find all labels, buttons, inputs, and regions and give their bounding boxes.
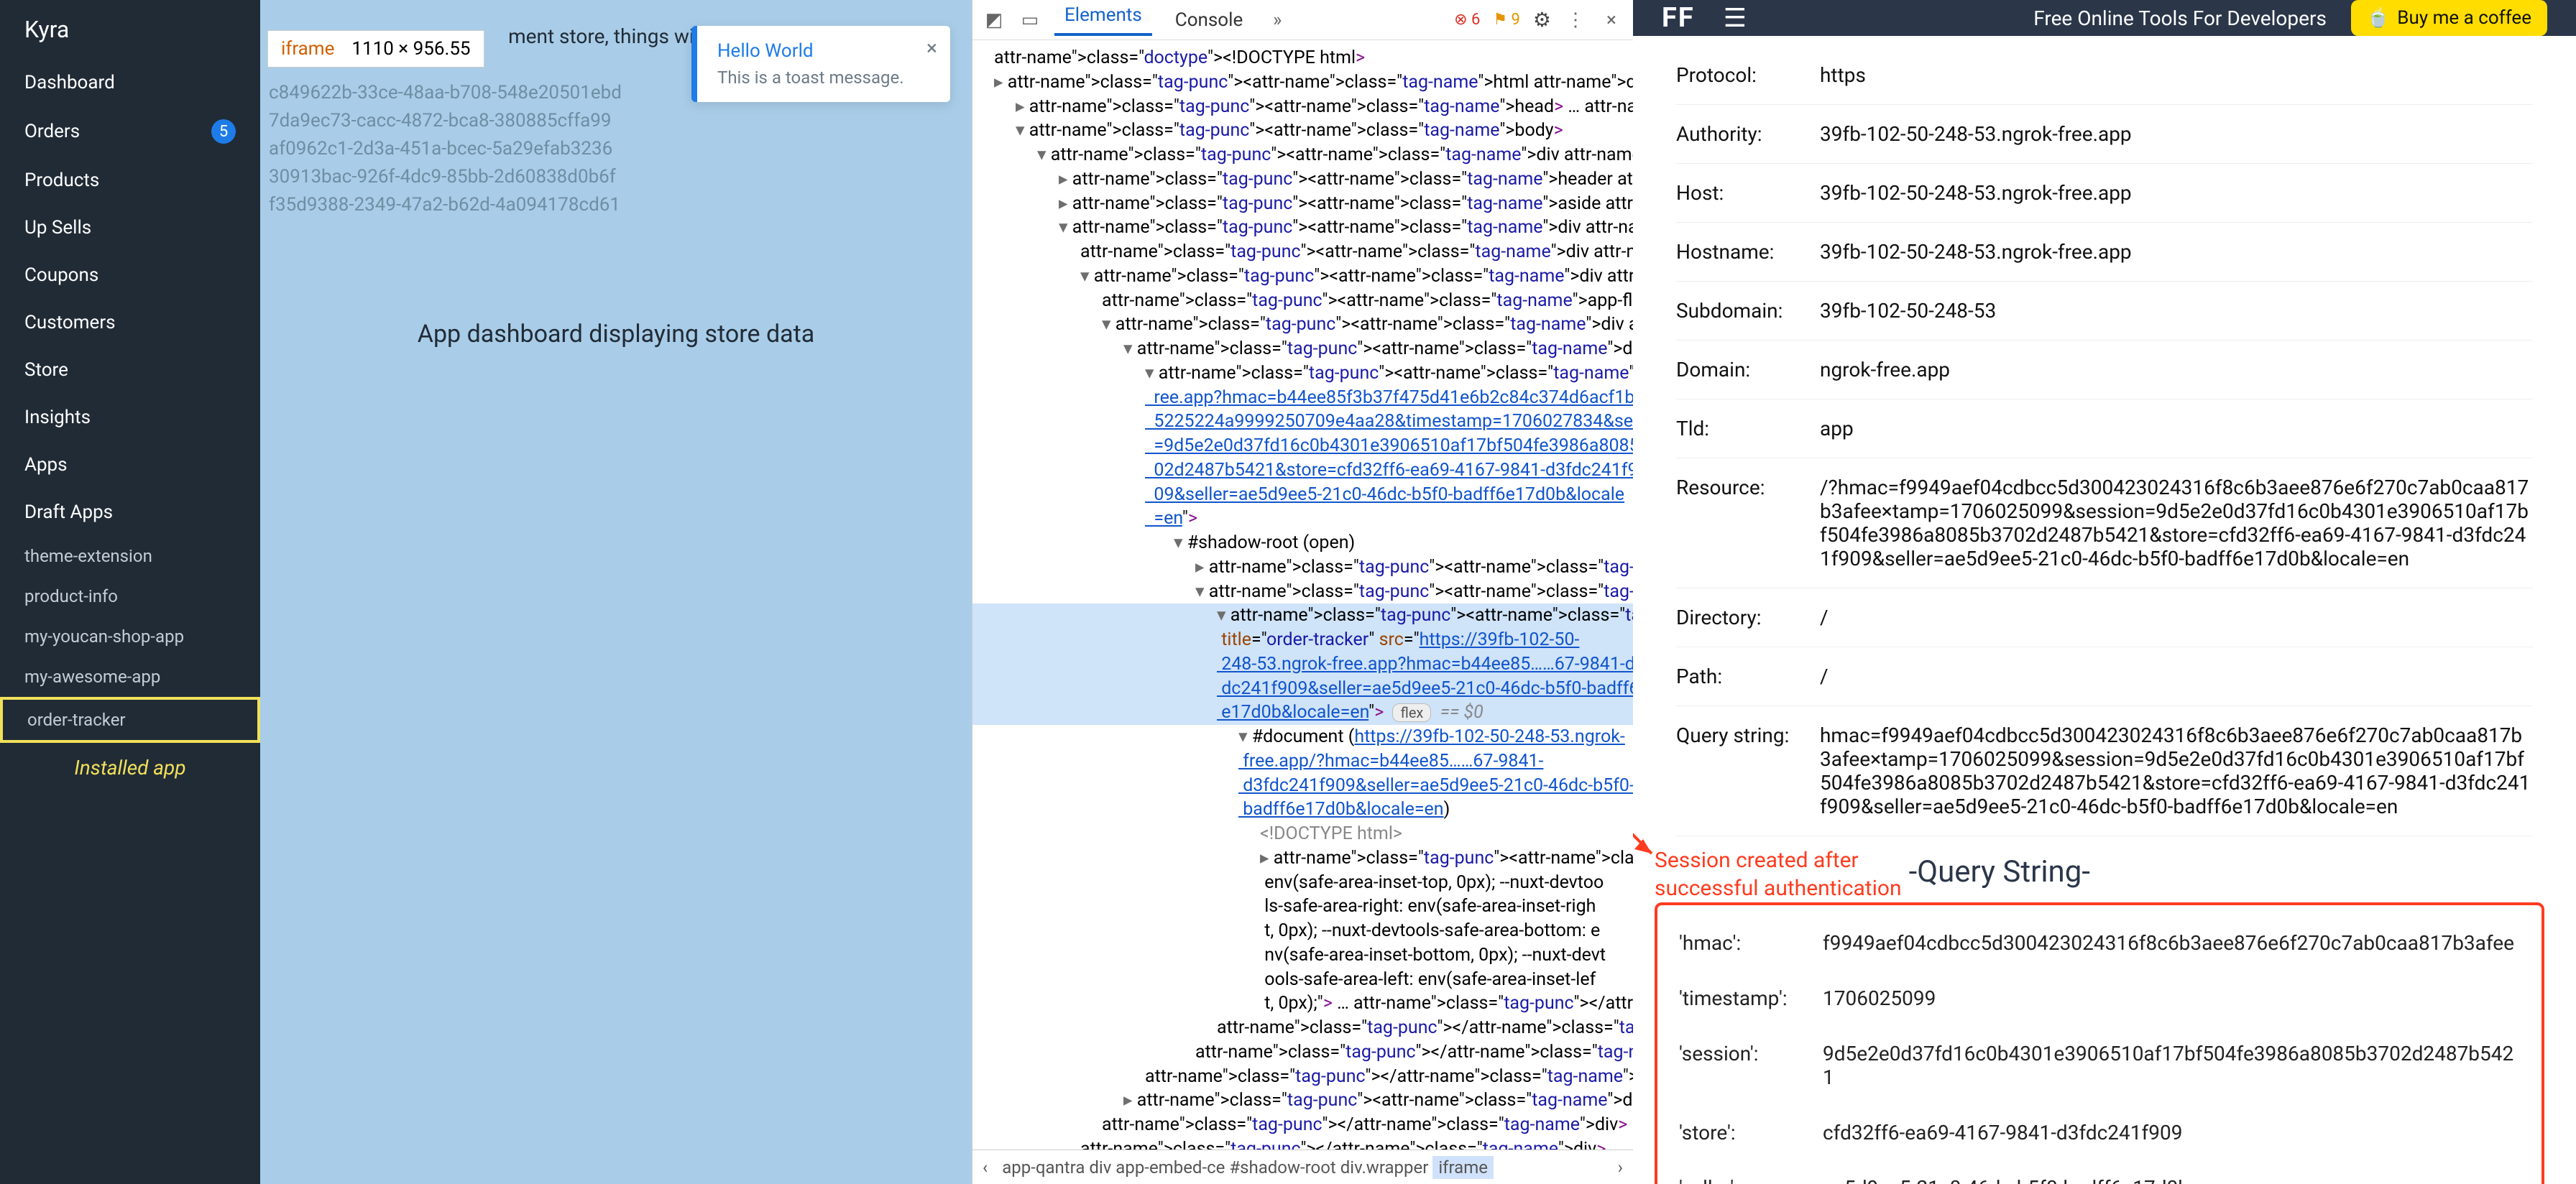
tab-console[interactable]: Console [1165, 9, 1253, 31]
devtools-toolbar: ◩ ▭ Elements Console » ⊗ 6 ⚑ 9 ⚙ ⋮ × [972, 0, 1633, 40]
nav-dashboard[interactable]: Dashboard [0, 59, 260, 106]
info-row: Query string:hmac=f9949aef04cdbcc5d30042… [1676, 706, 2533, 836]
dom-breadcrumb[interactable]: ‹ app-qantra div app-embed-ce #shadow-ro… [972, 1150, 1633, 1184]
info-row: Resource:/?hmac=f9949aef04cdbcc5d3004230… [1676, 458, 2533, 588]
toast-title: Hello World [717, 40, 930, 62]
truncated-banner-text: ment store, things will b [508, 24, 720, 48]
qs-row: 'session':9d5e2e0d37fd16c0b4301e3906510a… [1679, 1026, 2520, 1105]
info-row: Domain:ngrok-free.app [1676, 341, 2533, 399]
nav-products[interactable]: Products [0, 157, 260, 204]
inspect-icon[interactable]: ◩ [983, 9, 1006, 32]
chevron-right-icon[interactable]: › [1618, 1157, 1623, 1178]
app-theme-extension[interactable]: theme-extension [0, 536, 260, 576]
nav-insights[interactable]: Insights [0, 394, 260, 441]
info-row: Path:/ [1676, 647, 2533, 706]
error-count[interactable]: ⊗ 6 [1454, 11, 1480, 29]
ff-logo: FF [1662, 2, 1695, 34]
close-icon[interactable]: × [926, 36, 937, 60]
menu-icon[interactable]: ☰ [1724, 3, 1747, 33]
qs-row: 'seller':ae5d9ee5-21c0-46dc-b5f0-badff6e… [1679, 1160, 2520, 1184]
query-string-box: 'hmac':f9949aef04cdbcc5d300423024316f8c6… [1655, 902, 2544, 1184]
element-tooltip: iframe 1110 × 956.55 [267, 30, 484, 68]
tab-elements[interactable]: Elements [1054, 4, 1152, 36]
info-row: Protocol:https [1676, 46, 2533, 105]
kebab-icon[interactable]: ⋮ [1564, 9, 1587, 32]
more-tabs-icon[interactable]: » [1266, 9, 1289, 32]
app-sidebar: Kyra DashboardOrders5ProductsUp SellsCou… [0, 0, 260, 1184]
badge: 5 [211, 119, 236, 144]
info-row: Tld:app [1676, 399, 2533, 458]
info-row: Directory:/ [1676, 588, 2533, 647]
qs-row: 'timestamp':1706025099 [1679, 971, 2520, 1026]
query-string-heading: -Query String- [1909, 848, 2090, 902]
toast-body: This is a toast message. [717, 68, 930, 88]
app-dashboard: ment store, things will b iframe 1110 × … [260, 0, 972, 1184]
url-parser-panel: FF ☰ Free Online Tools For Developers 🍵 … [1633, 0, 2576, 1184]
chevron-left-icon[interactable]: ‹ [983, 1157, 988, 1178]
info-row: Host:39fb-102-50-248-53.ngrok-free.app [1676, 164, 2533, 223]
nav-up-sells[interactable]: Up Sells [0, 204, 260, 251]
buy-coffee-button[interactable]: 🍵 Buy me a coffee [2351, 0, 2547, 36]
session-annotation: Session created after successful authent… [1655, 846, 1902, 902]
qs-row: 'hmac':f9949aef04cdbcc5d300423024316f8c6… [1679, 915, 2520, 971]
info-row: Hostname:39fb-102-50-248-53.ngrok-free.a… [1676, 223, 2533, 282]
app-product-info[interactable]: product-info [0, 576, 260, 616]
nav-store[interactable]: Store [0, 346, 260, 394]
qs-row: 'store':cfd32ff6-ea69-4167-9841-d3fdc241… [1679, 1105, 2520, 1160]
nav-customers[interactable]: Customers [0, 299, 260, 346]
app-my-awesome-app[interactable]: my-awesome-app [0, 657, 260, 697]
brand-name: Kyra [0, 0, 260, 59]
dashboard-caption: App dashboard displaying store data [260, 316, 972, 353]
tools-header: FF ☰ Free Online Tools For Developers 🍵 … [1633, 0, 2576, 36]
app-order-tracker[interactable]: order-tracker [0, 697, 260, 743]
device-icon[interactable]: ▭ [1018, 9, 1041, 32]
tagline: Free Online Tools For Developers [2033, 6, 2327, 30]
warning-count[interactable]: ⚑ 9 [1493, 11, 1520, 29]
dom-tree[interactable]: attr-name">class="doctype"><!DOCTYPE htm… [972, 40, 1633, 1150]
close-icon[interactable]: × [1600, 9, 1623, 32]
gear-icon[interactable]: ⚙ [1533, 8, 1551, 32]
nav-apps[interactable]: Apps [0, 441, 260, 489]
nav-draft-apps[interactable]: Draft Apps [0, 489, 260, 536]
tooltip-tag: iframe [281, 38, 334, 60]
installed-app-label: Installed app [0, 743, 260, 792]
info-row: Authority:39fb-102-50-248-53.ngrok-free.… [1676, 105, 2533, 164]
nav-coupons[interactable]: Coupons [0, 251, 260, 299]
coffee-icon: 🍵 [2367, 7, 2390, 29]
info-row: Subdomain:39fb-102-50-248-53 [1676, 282, 2533, 341]
nav-orders[interactable]: Orders5 [0, 106, 260, 157]
devtools-panel: ◩ ▭ Elements Console » ⊗ 6 ⚑ 9 ⚙ ⋮ × att… [972, 0, 1633, 1184]
app-my-youcan-shop-app[interactable]: my-youcan-shop-app [0, 616, 260, 657]
tooltip-dimensions: 1110 × 956.55 [351, 38, 470, 60]
toast-notification: × Hello World This is a toast message. [691, 26, 950, 102]
